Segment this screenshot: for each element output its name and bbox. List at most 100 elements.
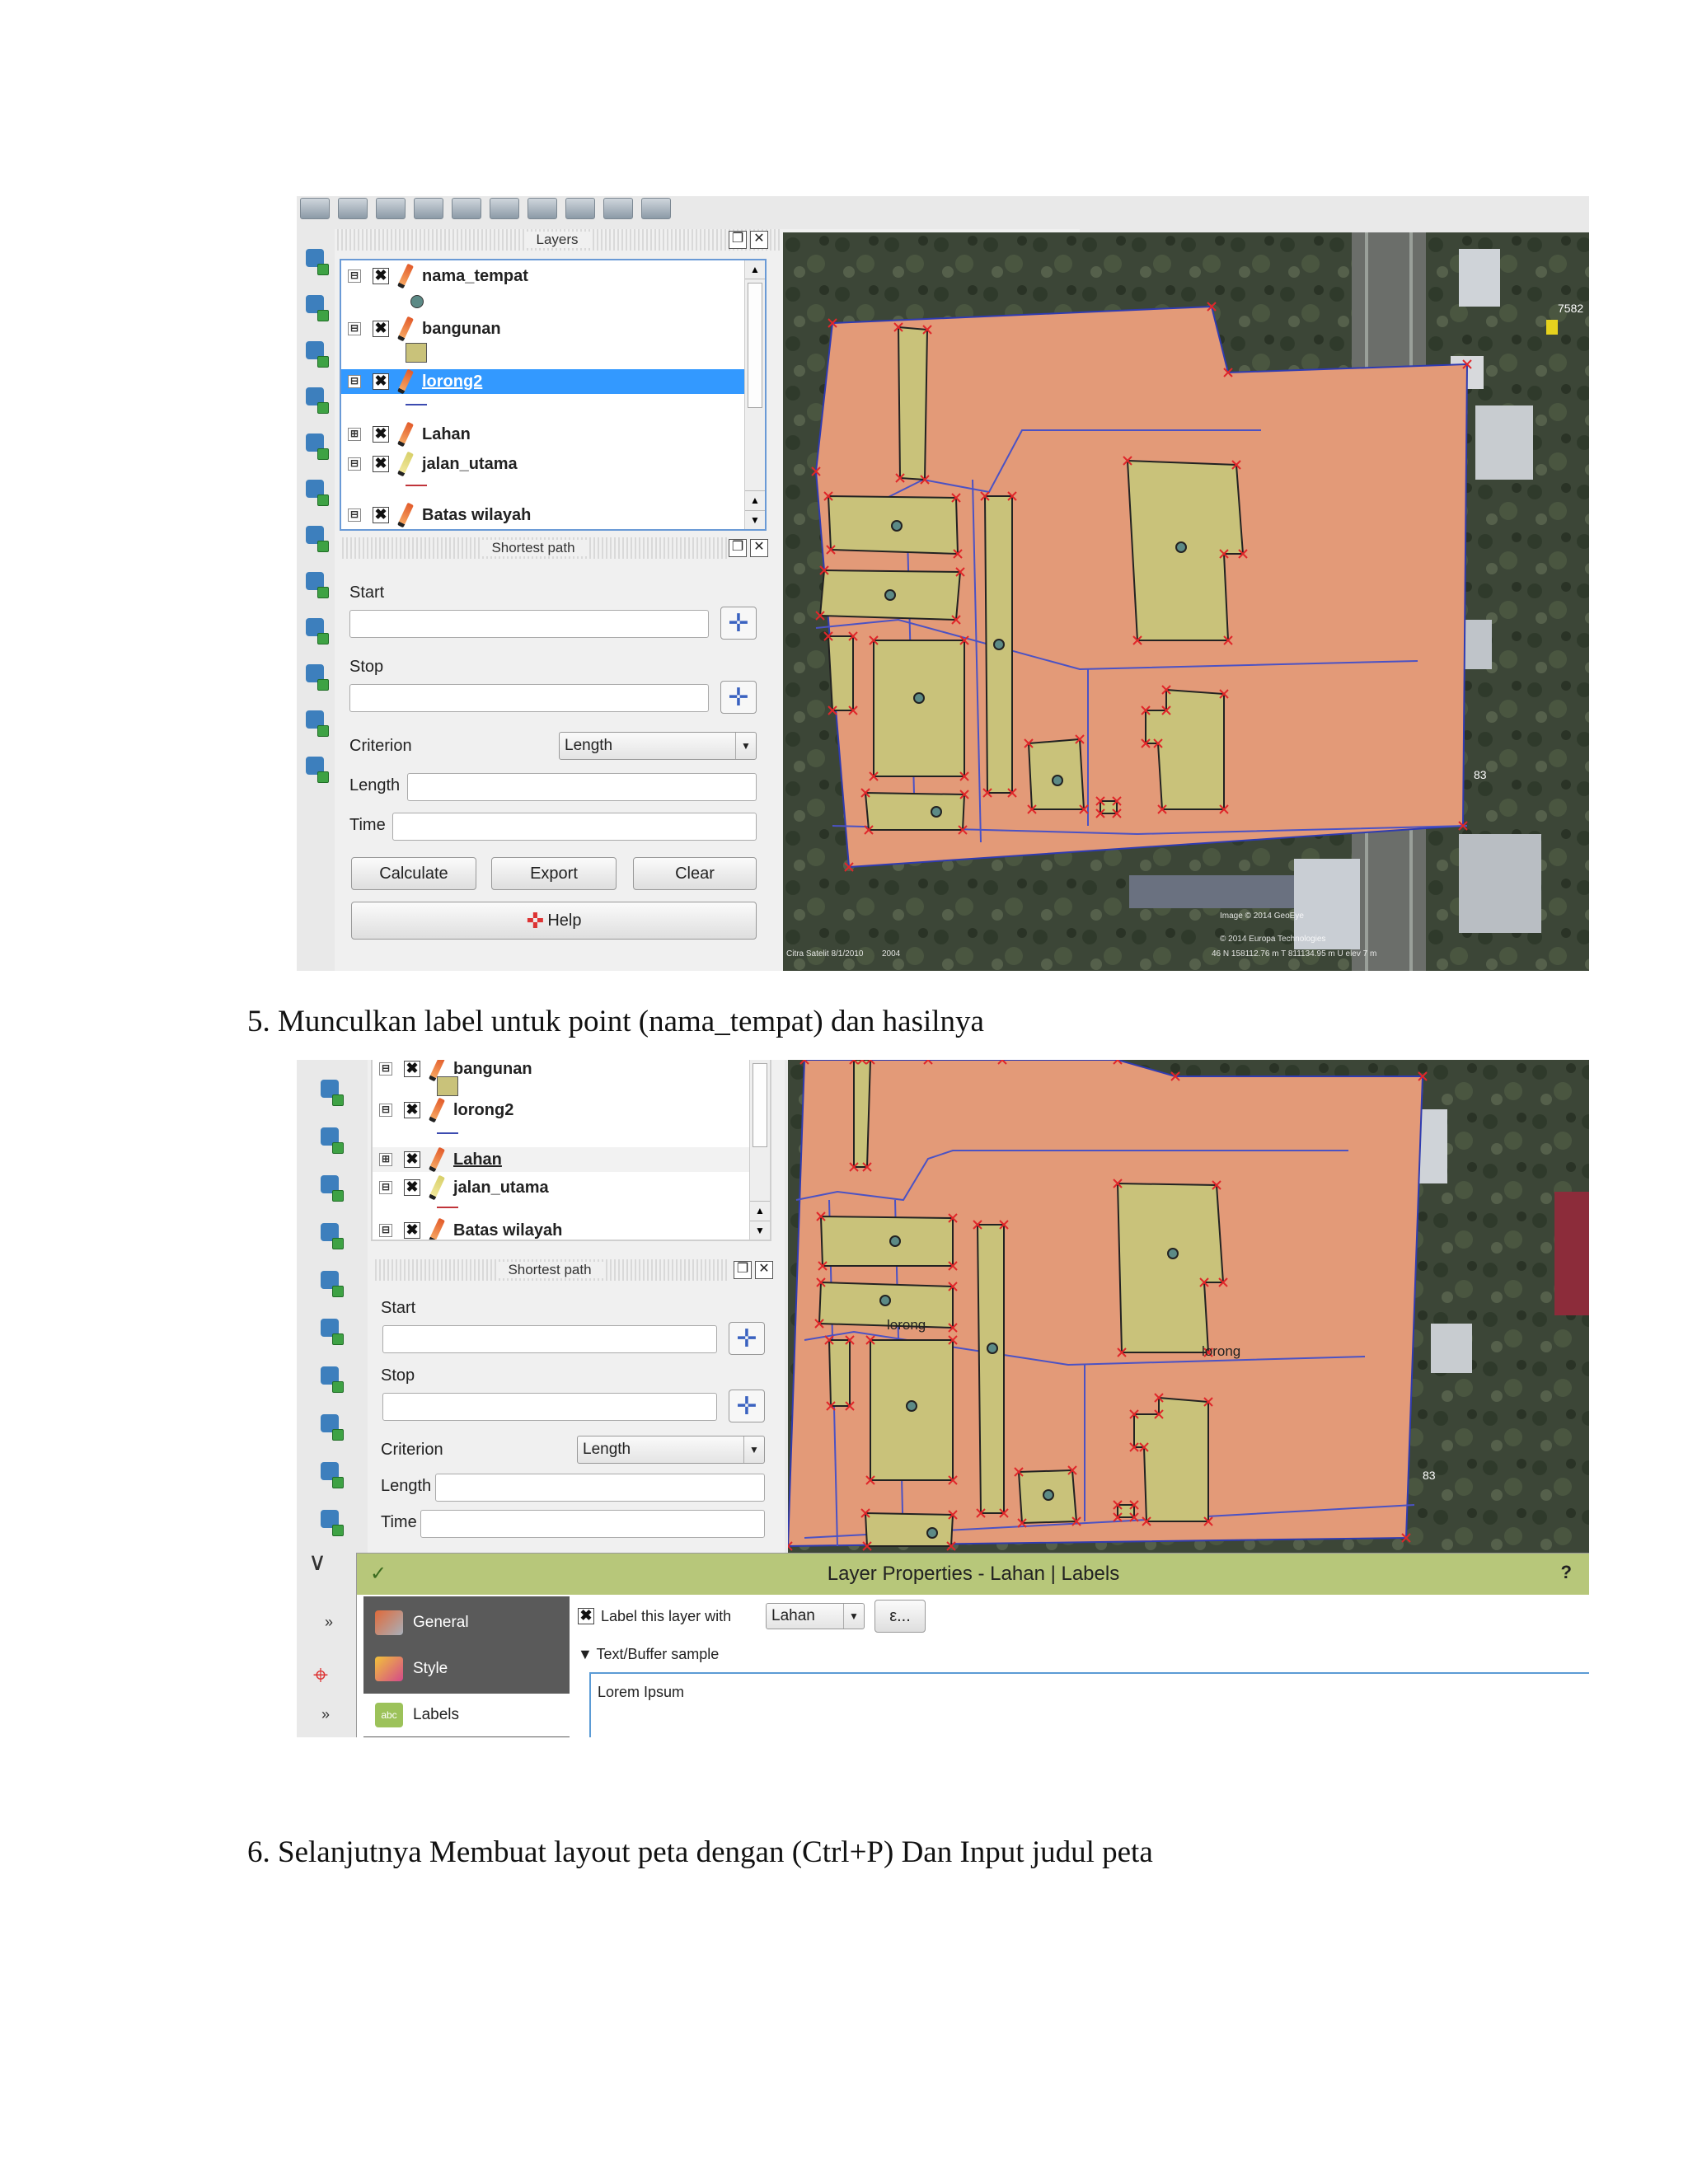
layer-visibility-checkbox[interactable]: ✖ — [373, 456, 389, 472]
length-input[interactable] — [435, 1474, 765, 1502]
add-wfs-icon[interactable] — [306, 661, 329, 694]
layers-tree[interactable]: ⊟ ✖ nama_tempat ⊟ ✖ bangunan ⊟ ✖ lorong2… — [340, 259, 767, 531]
nav-item-labels[interactable]: abc Labels — [363, 1694, 570, 1736]
expand-toolbar-icon[interactable]: » — [325, 1614, 333, 1631]
stop-pick-point-button[interactable]: ✛ — [729, 1390, 765, 1422]
start-pick-point-button[interactable]: ✛ — [720, 607, 757, 640]
map-canvas[interactable]: 83 7582 Image © 2014 GeoEye © 2014 Europ… — [783, 232, 1589, 971]
layer-row-lorong2[interactable]: ⊟ ✖ lorong2 — [341, 368, 765, 395]
add-spatialite-icon[interactable] — [321, 1124, 344, 1157]
toolbar-button-icon[interactable] — [300, 198, 330, 219]
criterion-select[interactable]: Length ▼ — [577, 1436, 765, 1464]
expander-icon[interactable]: ⊟ — [379, 1224, 392, 1237]
label-layer-checkbox[interactable]: ✖ — [578, 1608, 594, 1624]
add-db2-icon[interactable] — [306, 523, 329, 555]
add-virtual-layer-icon[interactable] — [306, 707, 329, 740]
layer-row-lorong2[interactable]: ⊟ ✖ lorong2 — [373, 1097, 770, 1123]
help-icon[interactable]: ? — [1561, 1562, 1572, 1583]
map-canvas[interactable]: lorong lorong 83 — [788, 1060, 1589, 1554]
add-oracle-icon[interactable] — [306, 476, 329, 509]
layer-visibility-checkbox[interactable]: ✖ — [404, 1222, 420, 1239]
help-button[interactable]: ✜ Help — [351, 902, 757, 940]
expander-icon[interactable]: ⊟ — [348, 269, 361, 283]
stop-pick-point-button[interactable]: ✛ — [720, 681, 757, 714]
expander-icon[interactable]: ⊟ — [379, 1062, 392, 1076]
scroll-up-icon[interactable]: ▲ — [745, 490, 765, 509]
add-db2-icon[interactable] — [321, 1268, 344, 1301]
expander-icon[interactable]: ⊞ — [379, 1153, 392, 1166]
add-wcs-icon[interactable] — [321, 1363, 344, 1396]
expander-icon[interactable]: ⊟ — [348, 457, 361, 471]
expression-button[interactable]: ε... — [874, 1600, 926, 1633]
stop-input[interactable] — [349, 684, 709, 712]
layer-visibility-checkbox[interactable]: ✖ — [404, 1061, 420, 1077]
layer-row-batas-wilayah[interactable]: ⊟ ✖ Batas wilayah — [341, 502, 765, 528]
expander-icon[interactable]: ⊟ — [348, 509, 361, 522]
layer-visibility-checkbox[interactable]: ✖ — [373, 373, 389, 390]
digitize-icon[interactable]: ∨ — [308, 1548, 333, 1581]
scroll-up-icon[interactable]: ▲ — [750, 1201, 770, 1220]
stop-input[interactable] — [382, 1393, 717, 1421]
time-input[interactable] — [420, 1510, 765, 1538]
close-icon[interactable]: ✕ — [750, 231, 768, 249]
expander-icon[interactable]: ⊟ — [379, 1104, 392, 1117]
scroll-up-icon[interactable]: ▲ — [745, 260, 765, 279]
scroll-thumb[interactable] — [753, 1063, 767, 1147]
calculate-button[interactable]: Calculate — [351, 857, 476, 890]
layer-row-bangunan[interactable]: ⊟ ✖ bangunan — [373, 1060, 770, 1082]
start-input[interactable] — [349, 610, 709, 638]
layer-visibility-checkbox[interactable]: ✖ — [404, 1179, 420, 1196]
add-wms-icon[interactable] — [321, 1315, 344, 1348]
add-wcs-icon[interactable] — [306, 615, 329, 648]
add-spatialite-icon[interactable] — [306, 384, 329, 417]
layer-visibility-checkbox[interactable]: ✖ — [373, 507, 389, 523]
float-icon[interactable]: ❐ — [734, 1261, 752, 1279]
layer-row-batas-wilayah[interactable]: ⊟ ✖ Batas wilayah — [373, 1217, 770, 1240]
toolbar-button-icon[interactable] — [641, 198, 671, 219]
add-vector-icon[interactable] — [306, 246, 329, 279]
text-buffer-sample-toggle[interactable]: ▼ Text/Buffer sample — [578, 1646, 719, 1663]
crosshair-tool-icon[interactable]: ⌖ — [313, 1660, 328, 1691]
expander-icon[interactable]: ⊞ — [348, 428, 361, 441]
start-input[interactable] — [382, 1325, 717, 1353]
float-icon[interactable]: ❐ — [729, 539, 747, 557]
layer-visibility-checkbox[interactable]: ✖ — [373, 321, 389, 337]
layer-row-jalan-utama[interactable]: ⊟ ✖ jalan_utama — [341, 451, 765, 477]
nav-item-style[interactable]: Style — [363, 1647, 570, 1690]
criterion-select[interactable]: Length ▼ — [559, 732, 757, 760]
add-mssql-icon[interactable] — [306, 430, 329, 463]
layers-scrollbar[interactable]: ▲ ▼ — [749, 1060, 770, 1240]
layer-visibility-checkbox[interactable]: ✖ — [404, 1151, 420, 1168]
export-button[interactable]: Export — [491, 857, 617, 890]
scroll-thumb[interactable] — [748, 283, 762, 408]
expand-toolbar-icon[interactable]: » — [321, 1706, 330, 1723]
layer-row-nama-tempat[interactable]: ⊟ ✖ nama_tempat — [341, 263, 765, 289]
expander-icon[interactable]: ⊟ — [348, 375, 361, 388]
toolbar-button-icon[interactable] — [603, 198, 633, 219]
toolbar-button-icon[interactable] — [338, 198, 368, 219]
nav-item-general[interactable]: General — [363, 1601, 570, 1644]
start-pick-point-button[interactable]: ✛ — [729, 1322, 765, 1355]
time-input[interactable] — [392, 813, 757, 841]
length-input[interactable] — [407, 773, 757, 801]
toolbar-button-icon[interactable] — [490, 198, 519, 219]
add-oracle-icon[interactable] — [321, 1220, 344, 1253]
expander-icon[interactable]: ⊟ — [348, 322, 361, 335]
layer-visibility-checkbox[interactable]: ✖ — [373, 426, 389, 443]
scroll-down-icon[interactable]: ▼ — [745, 510, 765, 529]
toolbar-button-icon[interactable] — [565, 198, 595, 219]
layers-scrollbar[interactable]: ▲ ▲ ▼ — [744, 260, 765, 529]
add-raster-icon[interactable] — [306, 292, 329, 325]
toolbar-button-icon[interactable] — [528, 198, 557, 219]
toolbar-button-icon[interactable] — [452, 198, 481, 219]
close-icon[interactable]: ✕ — [755, 1261, 773, 1279]
scroll-down-icon[interactable]: ▼ — [750, 1221, 770, 1240]
toolbar-button-icon[interactable] — [414, 198, 443, 219]
add-postgis-icon[interactable] — [306, 338, 329, 371]
clear-button[interactable]: Clear — [633, 857, 757, 890]
add-delimited-text-icon[interactable] — [321, 1507, 344, 1540]
layer-visibility-checkbox[interactable]: ✖ — [404, 1102, 420, 1118]
add-virtual-layer-icon[interactable] — [321, 1459, 344, 1492]
float-icon[interactable]: ❐ — [729, 231, 747, 249]
layer-row-lahan[interactable]: ⊞ ✖ Lahan — [373, 1146, 770, 1173]
